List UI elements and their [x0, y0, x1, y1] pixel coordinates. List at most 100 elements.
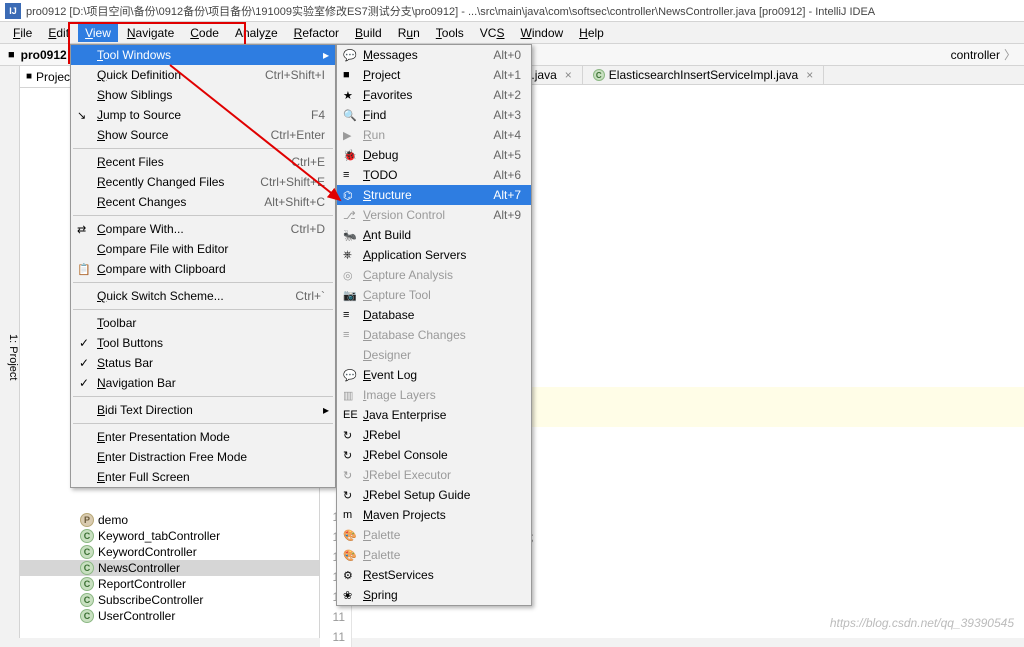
menu-code[interactable]: Code: [183, 24, 226, 42]
menu-item-quick-switch-scheme-[interactable]: Quick Switch Scheme...Ctrl+`: [71, 286, 335, 306]
editor-tab[interactable]: CElasticsearchInsertServiceImpl.java×: [583, 66, 824, 84]
menu-icon: ≡: [343, 169, 349, 181]
menu-label: Run: [363, 128, 385, 142]
menu-item-enter-presentation-mode[interactable]: Enter Presentation Mode: [71, 427, 335, 447]
menu-item-compare-file-with-editor[interactable]: Compare File with Editor: [71, 239, 335, 259]
tree-item-demo[interactable]: Pdemo: [20, 512, 319, 528]
menu-item-spring[interactable]: ❀Spring: [337, 585, 531, 605]
menu-file[interactable]: File: [6, 24, 39, 42]
tree-label: Keyword_tabController: [98, 529, 220, 543]
menu-item-compare-with-clipboard[interactable]: 📋Compare with Clipboard: [71, 259, 335, 279]
menu-item-quick-definition[interactable]: Quick DefinitionCtrl+Shift+I: [71, 65, 335, 85]
class-icon: C: [80, 545, 94, 559]
menu-item-jump-to-source[interactable]: ↘Jump to SourceF4: [71, 105, 335, 125]
menu-item-application-servers[interactable]: ⎈Application Servers: [337, 245, 531, 265]
tree-item-newscontroller[interactable]: CNewsController: [20, 560, 319, 576]
nav-crumb-controller[interactable]: controller: [951, 46, 1016, 63]
menu-label: Enter Presentation Mode: [97, 430, 230, 444]
menu-item-show-source[interactable]: Show SourceCtrl+Enter: [71, 125, 335, 145]
menu-item-database[interactable]: ≡Database: [337, 305, 531, 325]
tree-item-reportcontroller[interactable]: CReportController: [20, 576, 319, 592]
menu-item-recent-changes[interactable]: Recent ChangesAlt+Shift+C: [71, 192, 335, 212]
menu-run[interactable]: Run: [391, 24, 427, 42]
class-icon: C: [80, 609, 94, 623]
menu-vcs[interactable]: VCS: [473, 24, 512, 42]
menu-label: TODO: [363, 168, 397, 182]
menu-label: Maven Projects: [363, 508, 446, 522]
menu-refactor[interactable]: Refactor: [287, 24, 346, 42]
menu-item-database-changes: ≡Database Changes: [337, 325, 531, 345]
menu-icon: ↻: [343, 449, 352, 462]
menu-item-recently-changed-files[interactable]: Recently Changed FilesCtrl+Shift+E: [71, 172, 335, 192]
menu-item-ant-build[interactable]: 🐜Ant Build: [337, 225, 531, 245]
menu-label: Image Layers: [363, 388, 436, 402]
menu-tools[interactable]: Tools: [429, 24, 471, 42]
menu-item-jrebel-console[interactable]: ↻ JRebel Console: [337, 445, 531, 465]
class-icon: C: [80, 561, 94, 575]
menu-item-event-log[interactable]: 💬Event Log: [337, 365, 531, 385]
menu-build[interactable]: Build: [348, 24, 389, 42]
tool-windows-submenu: 💬MessagesAlt+0■ProjectAlt+1 ★ Favorites Alt…: [336, 44, 532, 606]
menu-icon: ■: [343, 69, 350, 81]
menu-item-project[interactable]: ■ProjectAlt+1: [337, 65, 531, 85]
menu-item-favorites[interactable]: ★FavoritesAlt+2: [337, 85, 531, 105]
menu-window[interactable]: Window: [513, 24, 570, 42]
tree-item-keywordcontroller[interactable]: CKeywordController: [20, 544, 319, 560]
menu-item-debug[interactable]: 🐞DebugAlt+5: [337, 145, 531, 165]
menu-item-tool-windows[interactable]: Tool Windows▸: [71, 45, 335, 65]
menu-item-compare-with-[interactable]: ⇄Compare With...Ctrl+D: [71, 219, 335, 239]
menu-item-bidi-text-direction[interactable]: Bidi Text Direction▸: [71, 400, 335, 420]
tree-item-usercontroller[interactable]: CUserController: [20, 608, 319, 624]
menu-item-palette: 🎨Palette: [337, 525, 531, 545]
watermark: https://blog.csdn.net/qq_39390545: [830, 616, 1014, 630]
tree-item-subscribecontroller[interactable]: CSubscribeController: [20, 592, 319, 608]
menu-item-maven-projects[interactable]: m Maven Projects: [337, 505, 531, 525]
menu-label: Favorites: [363, 88, 412, 102]
menu-navigate[interactable]: Navigate: [120, 24, 181, 42]
menu-item-status-bar[interactable]: ✓Status Bar: [71, 353, 335, 373]
menu-item-messages[interactable]: 💬MessagesAlt+0: [337, 45, 531, 65]
menu-edit[interactable]: Edit: [41, 24, 76, 42]
class-icon: C: [80, 593, 94, 607]
nav-project[interactable]: pro0912: [21, 48, 67, 62]
menu-item-navigation-bar[interactable]: ✓Navigation Bar: [71, 373, 335, 393]
menu-help[interactable]: Help: [572, 24, 611, 42]
menu-item-find[interactable]: 🔍FindAlt+3: [337, 105, 531, 125]
menu-icon: m: [343, 509, 352, 521]
menu-item-recent-files[interactable]: Recent FilesCtrl+E: [71, 152, 335, 172]
shortcut-label: Ctrl+Enter: [271, 128, 325, 142]
side-rail-project[interactable]: 1: Project: [0, 66, 20, 638]
project-tab-label[interactable]: Project: [36, 70, 73, 84]
menu-item-show-siblings[interactable]: Show Siblings: [71, 85, 335, 105]
menu-icon: EE: [343, 409, 358, 421]
menu-label: JRebel Setup Guide: [363, 488, 470, 502]
menu-label: JRebel Console: [363, 448, 448, 462]
check-icon: ✓: [79, 376, 89, 390]
menu-item-restservices[interactable]: ⚙RestServices: [337, 565, 531, 585]
menu-item-jrebel[interactable]: ↻ JRebel: [337, 425, 531, 445]
menu-item-jrebel-setup-guide[interactable]: ↻JRebel Setup Guide: [337, 485, 531, 505]
menu-item-enter-full-screen[interactable]: Enter Full Screen: [71, 467, 335, 487]
menu-label: Palette: [363, 548, 400, 562]
menu-label: Application Servers: [363, 248, 466, 262]
check-icon: ✓: [79, 356, 89, 370]
menu-item-enter-distraction-free-mode[interactable]: Enter Distraction Free Mode: [71, 447, 335, 467]
menu-icon: 📋: [77, 263, 91, 276]
menu-icon: ↻: [343, 429, 352, 442]
menu-view[interactable]: View: [78, 24, 118, 42]
menu-item-java-enterprise[interactable]: EEJava Enterprise: [337, 405, 531, 425]
menu-icon: ★: [343, 89, 353, 102]
menu-label: Database: [363, 308, 414, 322]
menu-item-tool-buttons[interactable]: ✓Tool Buttons: [71, 333, 335, 353]
menu-label: JRebel: [363, 428, 400, 442]
menu-analyze[interactable]: Analyze: [228, 24, 285, 42]
close-icon[interactable]: ×: [806, 68, 813, 82]
shortcut-label: Alt+3: [493, 108, 521, 122]
tree-item-keyword_tabcontroller[interactable]: CKeyword_tabController: [20, 528, 319, 544]
menu-item-toolbar[interactable]: Toolbar: [71, 313, 335, 333]
app-icon: IJ: [5, 3, 21, 19]
menu-item-structure[interactable]: ⌬StructureAlt+7: [337, 185, 531, 205]
close-icon[interactable]: ×: [565, 68, 572, 82]
menu-item-todo[interactable]: ≡TODOAlt+6: [337, 165, 531, 185]
menu-item-capture-tool: 📷Capture Tool: [337, 285, 531, 305]
